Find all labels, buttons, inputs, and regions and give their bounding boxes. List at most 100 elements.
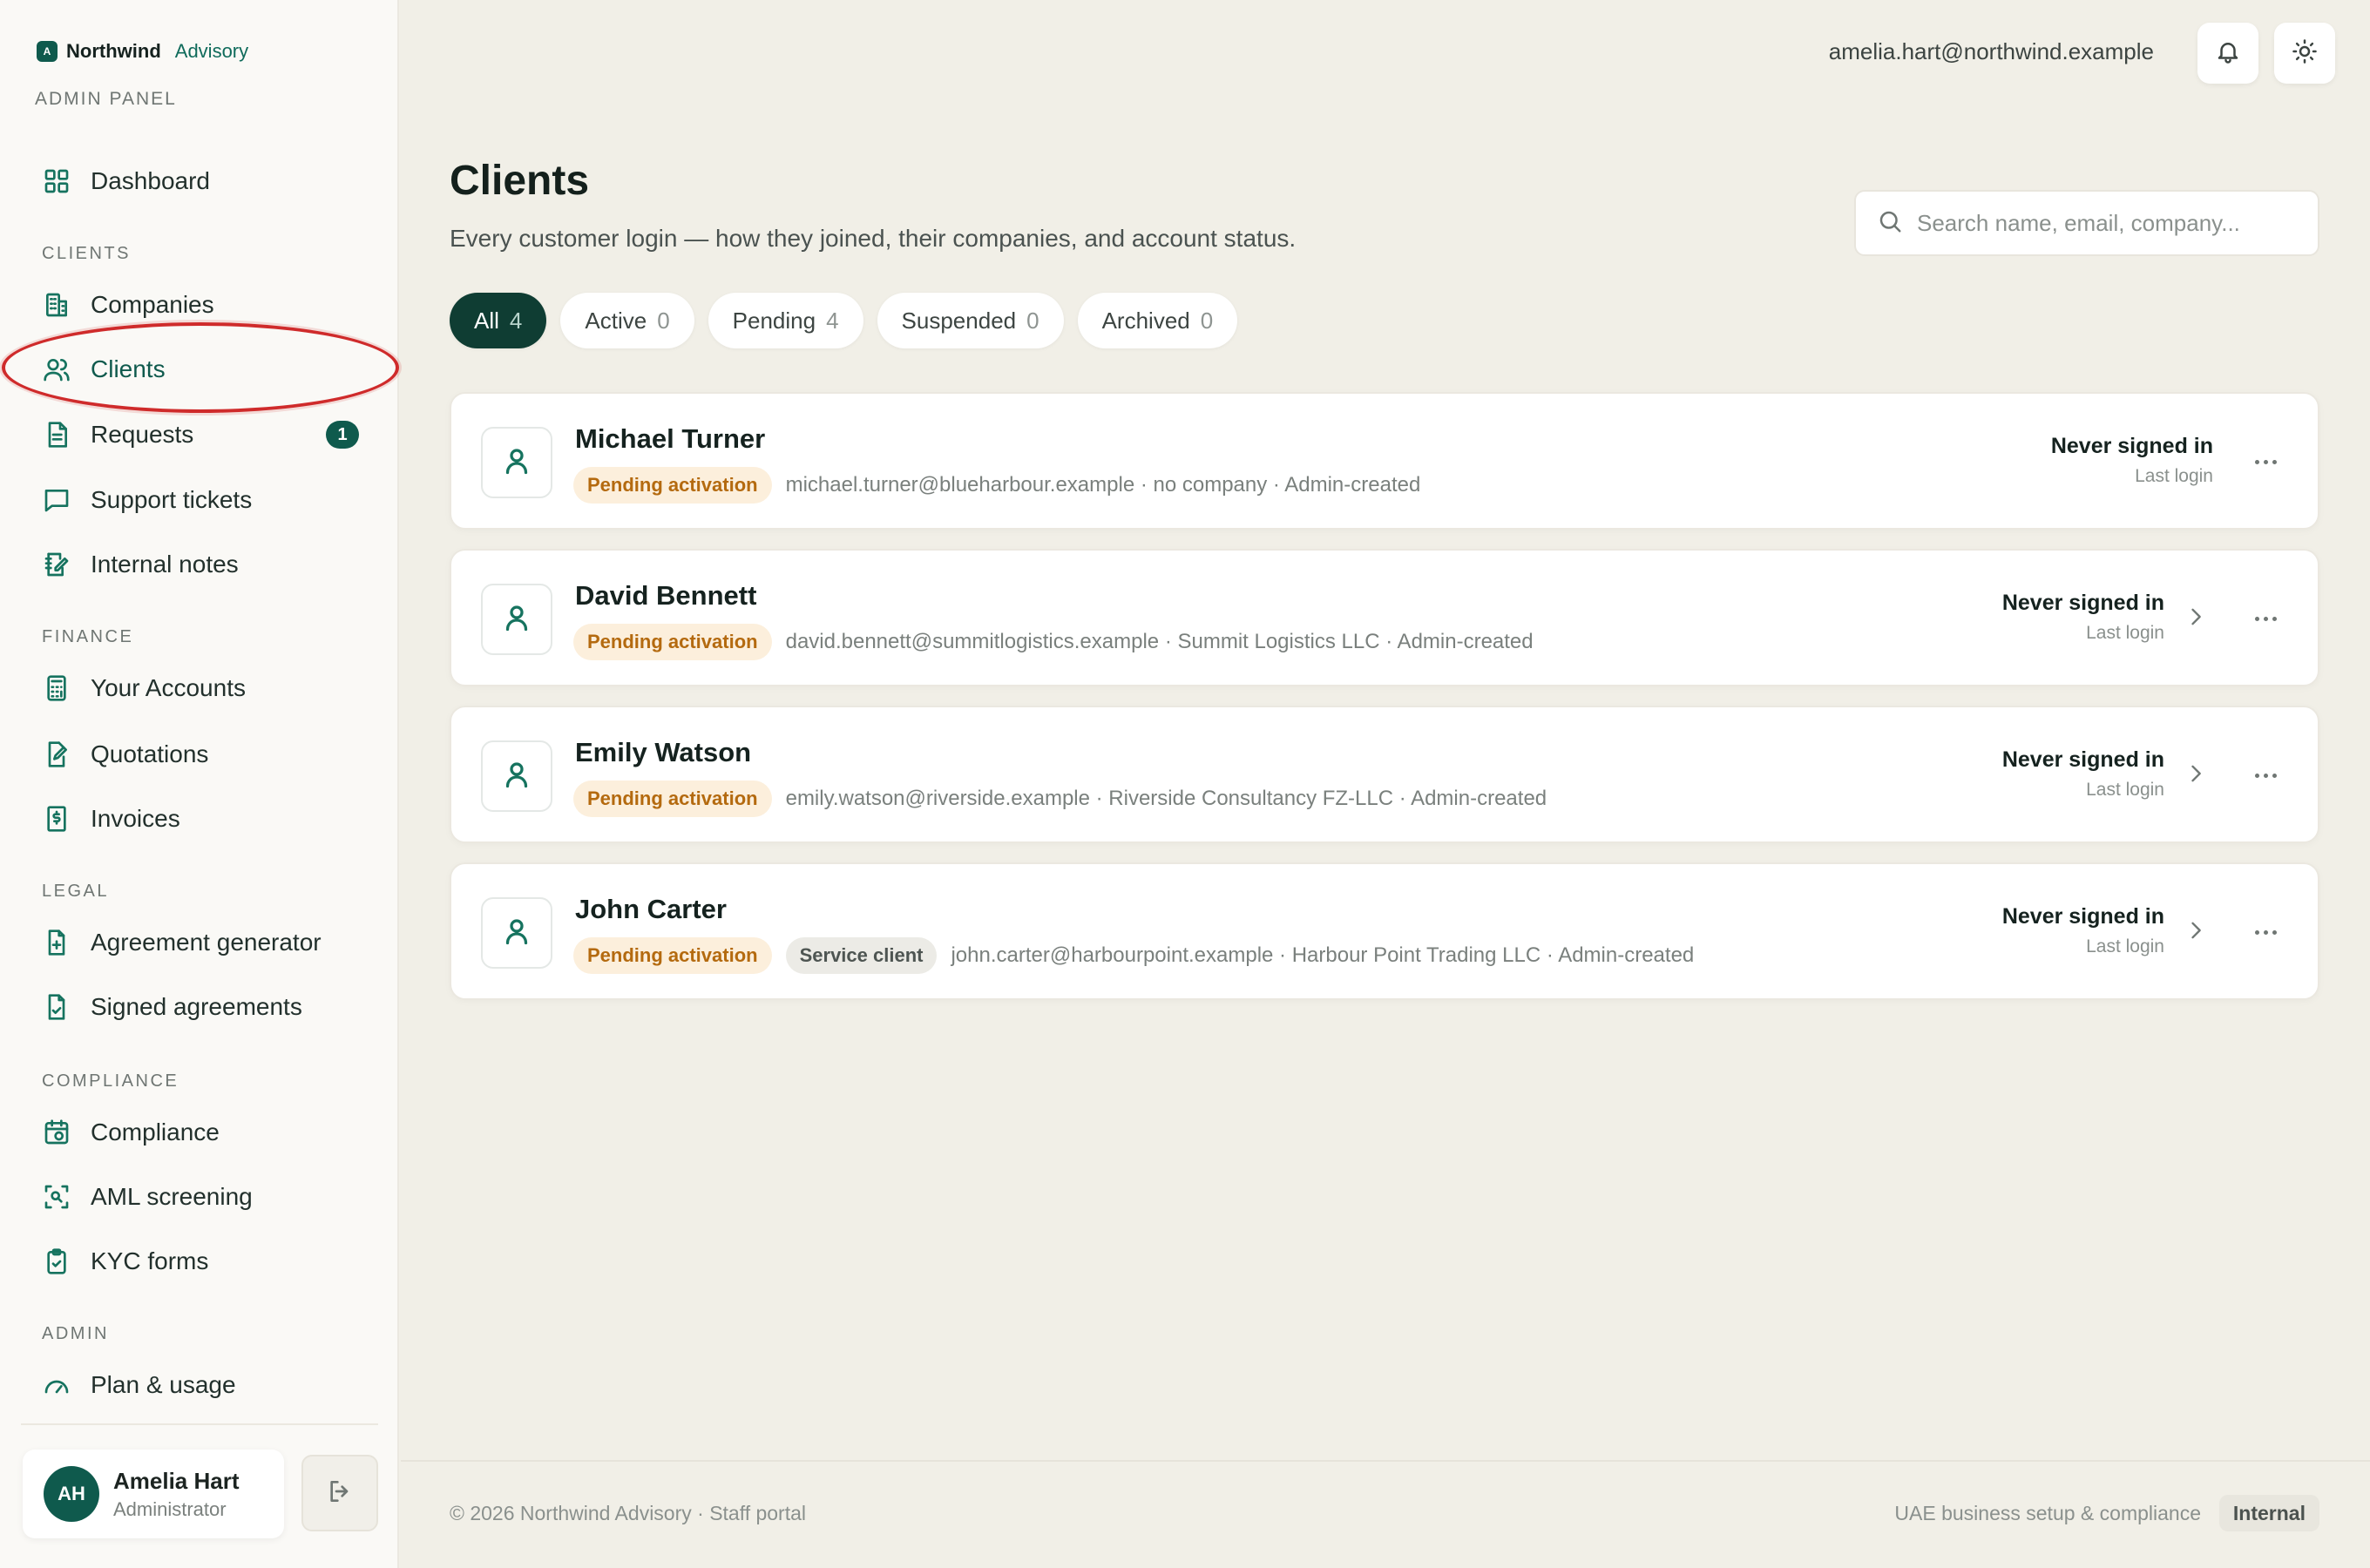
logout-button[interactable] <box>301 1455 378 1531</box>
sidebar-item-agreement-generator[interactable]: Agreement generator <box>35 918 366 967</box>
sidebar-item-plan-usage[interactable]: Plan & usage <box>35 1361 366 1409</box>
note-edit-icon <box>42 550 71 579</box>
brand[interactable]: A Northwind Advisory <box>37 40 248 63</box>
sidebar-item-label: Dashboard <box>91 167 210 194</box>
nav-section-legal: LEGAL <box>42 882 109 901</box>
brand-sub: Advisory <box>174 40 249 62</box>
tab-label: Active <box>585 307 647 334</box>
nav-section-compliance: COMPLIANCE <box>42 1071 179 1091</box>
sidebar-item-internal-notes[interactable]: Internal notes <box>35 540 366 589</box>
tab-active[interactable]: Active 0 <box>560 293 694 348</box>
sidebar-item-compliance[interactable]: Compliance <box>35 1108 366 1157</box>
chevron-right-icon[interactable] <box>2184 918 2208 943</box>
search-box[interactable] <box>1854 190 2319 256</box>
theme-toggle-button[interactable] <box>2274 23 2335 84</box>
tab-label: Pending <box>732 307 816 334</box>
sidebar-item-label: Support tickets <box>91 486 253 513</box>
more-actions-button[interactable] <box>2248 758 2283 793</box>
sidebar-item-invoices[interactable]: Invoices <box>35 794 366 843</box>
client-name: John Carter <box>575 894 727 924</box>
dot <box>2272 616 2277 621</box>
user-icon <box>501 916 532 951</box>
brand-logo-icon: A <box>37 41 58 62</box>
footer-tagline: UAE business setup & compliance <box>1894 1502 2201 1524</box>
dot <box>2254 929 2259 935</box>
user-icon <box>501 445 532 481</box>
user-card[interactable]: AH Amelia Hart Administrator <box>23 1450 284 1538</box>
panel-label: ADMIN PANEL <box>35 89 177 109</box>
sidebar-item-label: Plan & usage <box>91 1371 236 1398</box>
client-meta: michael.turner@blueharbour.example · no … <box>785 473 1421 497</box>
sidebar-item-label: Internal notes <box>91 551 239 578</box>
nav-section-finance: FINANCE <box>42 627 134 646</box>
client-avatar <box>481 584 552 655</box>
tab-archived[interactable]: Archived 0 <box>1077 293 1238 348</box>
user-name: Amelia Hart <box>113 1467 240 1494</box>
tab-count: 4 <box>509 307 523 334</box>
tab-label: All <box>474 307 499 334</box>
current-user-email: amelia.hart@northwind.example <box>1828 38 2154 64</box>
sidebar-item-requests[interactable]: Requests 1 <box>35 410 366 459</box>
login-status: Never signed in <box>2001 591 2164 615</box>
sidebar-item-your-accounts[interactable]: Your Accounts <box>35 664 366 713</box>
sidebar-item-label: Requests <box>91 421 194 448</box>
document-icon <box>42 420 71 449</box>
sidebar-item-label: Invoices <box>91 805 180 832</box>
more-actions-button[interactable] <box>2248 601 2283 636</box>
tab-pending[interactable]: Pending 4 <box>708 293 863 348</box>
sidebar-item-label: KYC forms <box>91 1247 209 1274</box>
building-icon <box>42 290 71 320</box>
client-card[interactable]: John Carter Pending activation Service c… <box>450 862 2319 1000</box>
tab-suspended[interactable]: Suspended 0 <box>877 293 1064 348</box>
calculator-icon <box>42 673 71 703</box>
bell-icon <box>2215 38 2241 69</box>
search-input[interactable] <box>1917 209 2300 237</box>
status-badge: Pending activation <box>573 624 772 660</box>
dot <box>2263 929 2268 935</box>
client-avatar <box>481 740 552 812</box>
client-card[interactable]: David Bennett Pending activation david.b… <box>450 549 2319 686</box>
nav-section-clients: CLIENTS <box>42 244 131 263</box>
file-plus-icon <box>42 928 71 957</box>
login-label: Last login <box>2086 623 2164 643</box>
logout-icon <box>326 1477 354 1510</box>
dot <box>2263 773 2268 778</box>
gauge-icon <box>42 1370 71 1400</box>
sidebar-item-signed-agreements[interactable]: Signed agreements <box>35 983 366 1031</box>
login-label: Last login <box>2086 936 2164 956</box>
chevron-right-icon[interactable] <box>2184 605 2208 629</box>
dot <box>2254 459 2259 464</box>
tab-count: 0 <box>657 307 670 334</box>
chevron-right-icon[interactable] <box>2184 761 2208 786</box>
footer-copyright: © 2026 Northwind Advisory · Staff portal <box>450 1502 807 1524</box>
sidebar-item-label: Your Accounts <box>91 674 246 701</box>
search-icon <box>1877 208 1903 239</box>
login-status: Never signed in <box>2050 434 2213 458</box>
client-name: Emily Watson <box>575 737 752 767</box>
sidebar-item-kyc-forms[interactable]: KYC forms <box>35 1237 366 1286</box>
sidebar-item-label: Quotations <box>91 740 209 767</box>
more-actions-button[interactable] <box>2248 444 2283 479</box>
status-badge: Pending activation <box>573 781 772 817</box>
tab-all[interactable]: All 4 <box>450 293 547 348</box>
nav-section-admin: ADMIN <box>42 1324 109 1343</box>
notifications-button[interactable] <box>2197 23 2258 84</box>
more-actions-button[interactable] <box>2248 915 2283 950</box>
login-info: Never signed in Last login <box>2002 591 2164 644</box>
dot <box>2272 773 2277 778</box>
login-info: Never signed in Last login <box>2002 904 2164 957</box>
client-meta: emily.watson@riverside.example · Riversi… <box>785 787 1547 810</box>
sidebar-item-dashboard[interactable]: Dashboard <box>35 157 366 206</box>
client-card[interactable]: Emily Watson Pending activation emily.wa… <box>450 706 2319 843</box>
chat-icon <box>42 485 71 515</box>
login-label: Last login <box>2135 466 2213 486</box>
sidebar-item-clients[interactable]: Clients <box>35 345 366 394</box>
sidebar-item-quotations[interactable]: Quotations <box>35 730 366 779</box>
sidebar-item-companies[interactable]: Companies <box>35 280 366 329</box>
file-edit-icon <box>42 740 71 769</box>
client-card[interactable]: Michael Turner Pending activation michae… <box>450 392 2319 530</box>
login-status: Never signed in <box>2001 747 2164 772</box>
sidebar-item-aml-screening[interactable]: AML screening <box>35 1173 366 1221</box>
sidebar-item-support-tickets[interactable]: Support tickets <box>35 476 366 524</box>
user-icon <box>501 602 532 638</box>
